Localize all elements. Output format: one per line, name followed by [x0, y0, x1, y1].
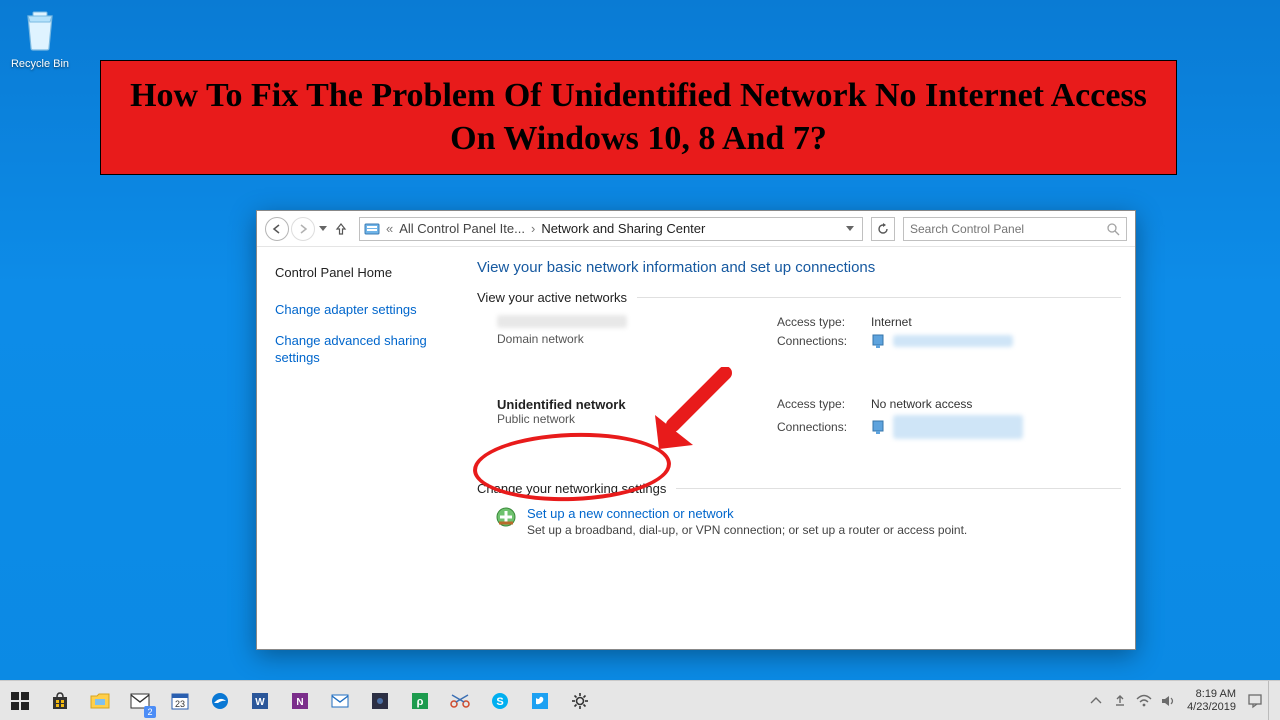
active-networks-title: View your active networks [477, 290, 1121, 305]
twitter-icon[interactable] [520, 681, 560, 720]
net2-access-label: Access type: [777, 397, 863, 411]
search-input[interactable] [910, 222, 1106, 236]
banner-title: How To Fix The Problem Of Unidentified N… [125, 75, 1152, 160]
tray-wifi-icon[interactable] [1133, 681, 1155, 720]
tray-volume-icon[interactable] [1157, 681, 1179, 720]
window-toolbar: « All Control Panel Ite... › Network and… [257, 211, 1135, 247]
link-advanced-sharing[interactable]: Change advanced sharing settings [275, 333, 457, 367]
net2-conn-label: Connections: [777, 420, 863, 434]
title-banner: How To Fix The Problem Of Unidentified N… [100, 60, 1177, 175]
store-icon[interactable] [40, 681, 80, 720]
breadcrumb-2[interactable]: Network and Sharing Center [541, 221, 705, 236]
change-settings-title: Change your networking settings [477, 481, 1121, 496]
setup-connection-link[interactable]: Set up a new connection or network [527, 506, 734, 521]
clock-date: 4/23/2019 [1187, 701, 1236, 714]
svg-text:W: W [255, 697, 265, 708]
file-explorer-icon[interactable] [80, 681, 120, 720]
network2-type: Public network [497, 412, 777, 426]
breadcrumb-sep-2: › [531, 221, 535, 236]
up-button[interactable] [331, 217, 351, 241]
network1-name-redacted [497, 315, 627, 328]
search-icon [1106, 222, 1120, 236]
ethernet-icon-2 [871, 419, 885, 435]
recycle-bin-icon [20, 8, 60, 52]
back-button[interactable] [265, 217, 289, 241]
network-row-1: Domain network Access type: Internet Conn… [477, 315, 1121, 353]
svg-text:ρ: ρ [417, 696, 424, 708]
network-row-2: Unidentified network Public network Acce… [477, 397, 1121, 443]
control-panel-icon [364, 221, 380, 237]
page-heading: View your basic network information and … [477, 259, 1121, 276]
address-dropdown[interactable] [842, 218, 858, 240]
skype-icon[interactable]: S [480, 681, 520, 720]
setup-connection-desc: Set up a broadband, dial-up, or VPN conn… [527, 523, 967, 537]
setup-connection-row: Set up a new connection or network Set u… [477, 506, 1121, 537]
app-icon-dark[interactable] [360, 681, 400, 720]
svg-text:N: N [296, 697, 303, 708]
main-panel: View your basic network information and … [467, 247, 1135, 649]
mail-icon[interactable]: 2 [120, 681, 160, 720]
tray-upload-icon[interactable] [1109, 681, 1131, 720]
net1-access-value: Internet [871, 315, 912, 329]
network-sharing-center-window: « All Control Panel Ite... › Network and… [256, 210, 1136, 650]
network1-type: Domain network [497, 332, 777, 346]
ethernet-icon [871, 333, 885, 349]
action-center-icon[interactable] [1244, 681, 1266, 720]
net2-conn-redacted[interactable] [893, 415, 1023, 439]
taskbar-clock[interactable]: 8:19 AM 4/23/2019 [1181, 688, 1242, 714]
address-bar[interactable]: « All Control Panel Ite... › Network and… [359, 217, 863, 241]
sidebar: Control Panel Home Change adapter settin… [257, 247, 467, 649]
refresh-button[interactable] [871, 217, 895, 241]
breadcrumb-1[interactable]: All Control Panel Ite... [399, 221, 525, 236]
start-button[interactable] [0, 681, 40, 720]
taskbar: 2 23 W N ρ S 8:19 AM 4/23/2019 [0, 680, 1280, 720]
recycle-bin[interactable]: Recycle Bin [10, 8, 70, 72]
snip-icon[interactable] [440, 681, 480, 720]
app-icon-green[interactable]: ρ [400, 681, 440, 720]
svg-text:S: S [496, 696, 503, 708]
net2-access-value: No network access [871, 397, 972, 411]
net1-conn-label: Connections: [777, 334, 863, 348]
outlook-icon[interactable] [320, 681, 360, 720]
word-icon[interactable]: W [240, 681, 280, 720]
mail-badge: 2 [144, 706, 156, 718]
calendar-icon[interactable]: 23 [160, 681, 200, 720]
breadcrumb-sep: « [386, 221, 393, 236]
clock-time: 8:19 AM [1187, 688, 1236, 701]
svg-text:23: 23 [175, 699, 185, 709]
forward-button[interactable] [291, 217, 315, 241]
onenote-icon[interactable]: N [280, 681, 320, 720]
settings-icon[interactable] [560, 681, 600, 720]
edge-icon[interactable] [200, 681, 240, 720]
net1-access-label: Access type: [777, 315, 863, 329]
network2-name: Unidentified network [497, 397, 777, 412]
show-desktop-button[interactable] [1268, 681, 1274, 720]
setup-connection-icon [495, 506, 517, 528]
link-adapter-settings[interactable]: Change adapter settings [275, 302, 457, 319]
net1-conn-redacted[interactable] [893, 335, 1013, 347]
search-box[interactable] [903, 217, 1127, 241]
control-panel-home[interactable]: Control Panel Home [275, 265, 457, 280]
recycle-bin-label: Recycle Bin [11, 58, 69, 70]
tray-chevron-icon[interactable] [1085, 681, 1107, 720]
history-dropdown[interactable] [317, 217, 329, 241]
